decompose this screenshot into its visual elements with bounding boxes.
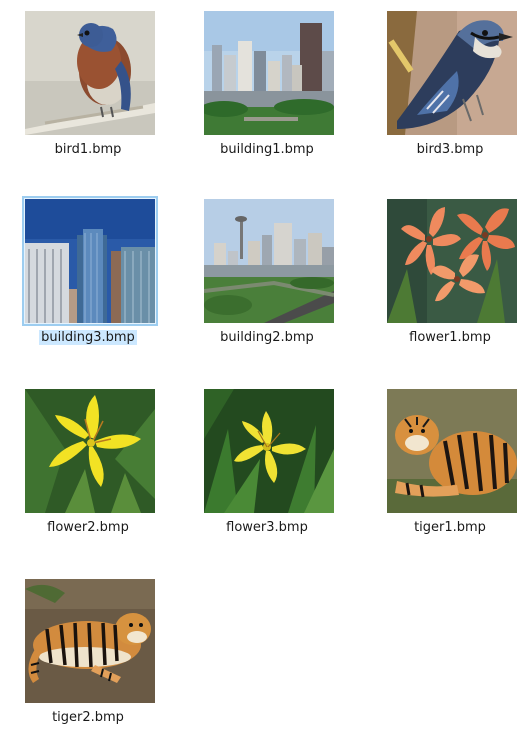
tiger-lying-image: [25, 579, 155, 703]
file-name-label[interactable]: tiger2.bmp: [0, 710, 176, 726]
file-name-label[interactable]: bird1.bmp: [0, 142, 176, 158]
file-name-label[interactable]: building3.bmp: [0, 330, 176, 346]
orange-lilies-image: [387, 199, 517, 323]
file-item-flower3[interactable]: flower3.bmp: [179, 386, 355, 556]
file-name-label[interactable]: tiger1.bmp: [362, 520, 528, 536]
thumbnail-building1[interactable]: [201, 8, 337, 138]
file-item-tiger2[interactable]: tiger2.bmp: [0, 576, 176, 746]
thumbnail-flower2[interactable]: [22, 386, 158, 516]
file-name-label[interactable]: building2.bmp: [179, 330, 355, 346]
glass-towers-image: [25, 199, 155, 323]
file-name-label[interactable]: flower1.bmp: [362, 330, 528, 346]
file-name-label[interactable]: flower2.bmp: [0, 520, 176, 536]
yellow-lily-leaves-image: [204, 389, 334, 513]
tiger-resting-image: [387, 389, 517, 513]
file-item-building2[interactable]: building2.bmp: [179, 196, 355, 366]
thumbnail-flower3[interactable]: [201, 386, 337, 516]
file-name-label[interactable]: flower3.bmp: [179, 520, 355, 536]
city-road-image: [204, 199, 334, 323]
file-item-flower2[interactable]: flower2.bmp: [0, 386, 176, 556]
thumbnail-building2[interactable]: [201, 196, 337, 326]
file-item-tiger1[interactable]: tiger1.bmp: [362, 386, 528, 556]
thumbnail-flower1[interactable]: [384, 196, 520, 326]
file-item-flower1[interactable]: flower1.bmp: [362, 196, 528, 366]
file-name-label[interactable]: building1.bmp: [179, 142, 355, 158]
yellow-lily-image: [25, 389, 155, 513]
file-item-building1[interactable]: building1.bmp: [179, 8, 355, 178]
file-item-building3[interactable]: building3.bmp: [0, 196, 176, 366]
thumbnail-bird1[interactable]: [22, 8, 158, 138]
bluebird-image: [25, 11, 155, 135]
thumbnail-building3[interactable]: [22, 196, 158, 326]
file-item-bird3[interactable]: bird3.bmp: [362, 8, 528, 178]
thumbnail-bird3[interactable]: [384, 8, 520, 138]
file-item-bird1[interactable]: bird1.bmp: [0, 8, 176, 178]
thumbnail-tiger2[interactable]: [22, 576, 158, 706]
thumbnail-tiger1[interactable]: [384, 386, 520, 516]
file-name-label[interactable]: bird3.bmp: [362, 142, 528, 158]
blue-jay-image: [387, 11, 517, 135]
city-skyline-image: [204, 11, 334, 135]
